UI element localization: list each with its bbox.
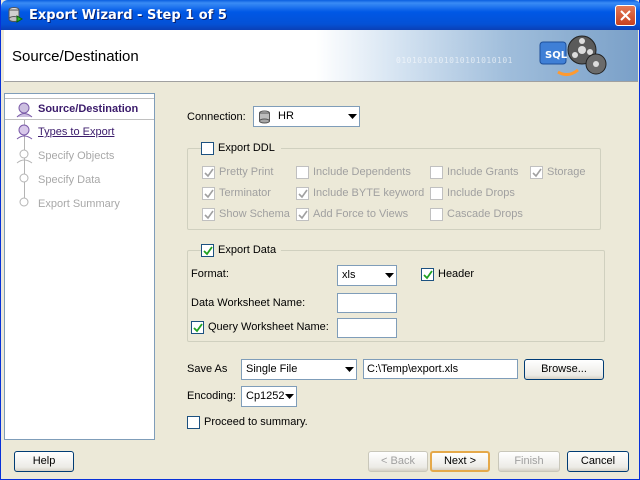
nav-step-specify-objects: Specify Objects — [5, 146, 154, 168]
storage-checkbox[interactable] — [530, 166, 543, 179]
current-step-icon — [16, 102, 33, 118]
cascade-drops-checkbox[interactable] — [430, 208, 443, 221]
terminator-checkbox[interactable] — [202, 187, 215, 200]
close-icon — [620, 10, 631, 21]
export-data-checkbox[interactable] — [201, 244, 214, 257]
nav-label: Specify Data — [38, 174, 101, 186]
add-force-to-views-checkbox[interactable] — [296, 208, 309, 221]
nav-label: Types to Export — [38, 126, 115, 138]
save-as-select[interactable]: Single File — [241, 359, 357, 380]
close-button[interactable] — [615, 5, 636, 26]
query-worksheet-name-label: Query Worksheet Name: — [208, 321, 329, 333]
title-bar[interactable]: Export Wizard - Step 1 of 5 — [1, 0, 640, 30]
format-label: Format: — [191, 268, 229, 280]
chevron-down-icon — [385, 273, 394, 278]
browse-button[interactable]: Browse... — [524, 359, 604, 380]
nav-label: Specify Objects — [38, 150, 115, 162]
query-worksheet-name-checkbox[interactable] — [191, 321, 204, 334]
checkmark-icon — [298, 189, 308, 199]
step-pending-icon — [19, 197, 29, 207]
checkmark-icon — [193, 323, 203, 333]
show-schema-label: Show Schema — [219, 208, 290, 220]
finish-button[interactable]: Finish — [498, 451, 560, 472]
include-byte-keyword-checkbox[interactable] — [296, 187, 309, 200]
include-grants-checkbox[interactable] — [430, 166, 443, 179]
step-link-icon — [16, 124, 33, 140]
export-data-label: Export Data — [218, 244, 277, 256]
back-button[interactable]: < Back — [368, 451, 428, 472]
encoding-value: Cp1252 — [246, 390, 285, 402]
export-ddl-checkbox[interactable] — [201, 142, 214, 155]
format-value: xls — [342, 269, 356, 281]
next-button[interactable]: Next > — [430, 451, 490, 472]
nav-label: Source/Destination — [38, 103, 139, 115]
include-drops-label: Include Drops — [447, 187, 515, 199]
header-checkbox[interactable] — [421, 268, 434, 281]
chevron-down-icon — [285, 394, 294, 399]
database-icon — [259, 110, 270, 124]
save-as-value: Single File — [246, 363, 298, 375]
sql-film-reel-icon: SQL — [539, 35, 607, 77]
query-worksheet-name-input[interactable] — [337, 318, 397, 338]
svg-text:SQL: SQL — [545, 50, 568, 61]
checkmark-icon — [204, 168, 214, 178]
checkmark-icon — [423, 270, 433, 280]
proceed-to-summary-label: Proceed to summary. — [204, 416, 308, 428]
include-dependents-checkbox[interactable] — [296, 166, 309, 179]
add-force-to-views-label: Add Force to Views — [313, 208, 409, 220]
checkmark-icon — [298, 210, 308, 220]
nav-step-export-summary: Export Summary — [5, 194, 154, 216]
checkmark-icon — [532, 168, 542, 178]
show-schema-checkbox[interactable] — [202, 208, 215, 221]
terminator-label: Terminator — [219, 187, 271, 199]
database-app-icon — [8, 7, 23, 23]
help-button[interactable]: Help — [14, 451, 74, 472]
include-drops-checkbox[interactable] — [430, 187, 443, 200]
save-as-label: Save As — [187, 363, 228, 375]
encoding-label: Encoding: — [187, 390, 236, 402]
cancel-button[interactable]: Cancel — [567, 451, 629, 472]
include-byte-keyword-label: Include BYTE keyword — [313, 187, 425, 199]
banner-graphic: 0101010101010101010101 SQL — [316, 30, 638, 81]
file-path-value: C:\Temp\export.xls — [367, 363, 459, 375]
cascade-drops-label: Cascade Drops — [447, 208, 523, 220]
pretty-print-label: Pretty Print — [219, 166, 274, 178]
file-path-input[interactable]: C:\Temp\export.xls — [363, 359, 518, 379]
format-select[interactable]: xls — [337, 265, 397, 286]
encoding-select[interactable]: Cp1252 — [241, 386, 297, 407]
export-data-header: Export Data — [201, 243, 281, 258]
export-ddl-label: Export DDL — [218, 142, 275, 154]
connection-value: HR — [278, 110, 294, 122]
proceed-to-summary-checkbox[interactable] — [187, 416, 200, 429]
checkmark-icon — [203, 246, 213, 256]
header-banner: Source/Destination 010101010101010101010… — [4, 30, 638, 82]
banner-binary-text: 0101010101010101010101 — [396, 56, 513, 65]
connection-select[interactable]: HR — [253, 106, 360, 127]
nav-step-specify-data: Specify Data — [5, 170, 154, 192]
chevron-down-icon — [345, 367, 354, 372]
header-label: Header — [438, 268, 475, 280]
nav-label: Export Summary — [38, 198, 120, 210]
data-worksheet-name-label: Data Worksheet Name: — [191, 297, 306, 309]
nav-step-source-destination[interactable]: Source/Destination — [5, 98, 154, 120]
storage-label: Storage — [547, 166, 586, 178]
export-wizard-window: Export Wizard - Step 1 of 5 Source/Desti… — [0, 0, 640, 480]
pretty-print-checkbox[interactable] — [202, 166, 215, 179]
checkmark-icon — [204, 189, 214, 199]
window-title: Export Wizard - Step 1 of 5 — [29, 8, 227, 23]
data-worksheet-name-input[interactable] — [337, 293, 397, 313]
page-title: Source/Destination — [12, 48, 139, 65]
include-grants-label: Include Grants — [447, 166, 519, 178]
include-dependents-label: Include Dependents — [313, 166, 411, 178]
chevron-down-icon — [348, 114, 357, 119]
step-pending-icon — [16, 149, 33, 164]
connection-label: Connection: — [187, 111, 246, 123]
nav-step-types-to-export[interactable]: Types to Export — [5, 122, 154, 144]
wizard-steps-panel: Source/Destination Types to Export Speci… — [4, 93, 155, 440]
export-ddl-header: Export DDL — [201, 141, 281, 156]
step-pending-icon — [19, 173, 29, 183]
checkmark-icon — [204, 210, 214, 220]
